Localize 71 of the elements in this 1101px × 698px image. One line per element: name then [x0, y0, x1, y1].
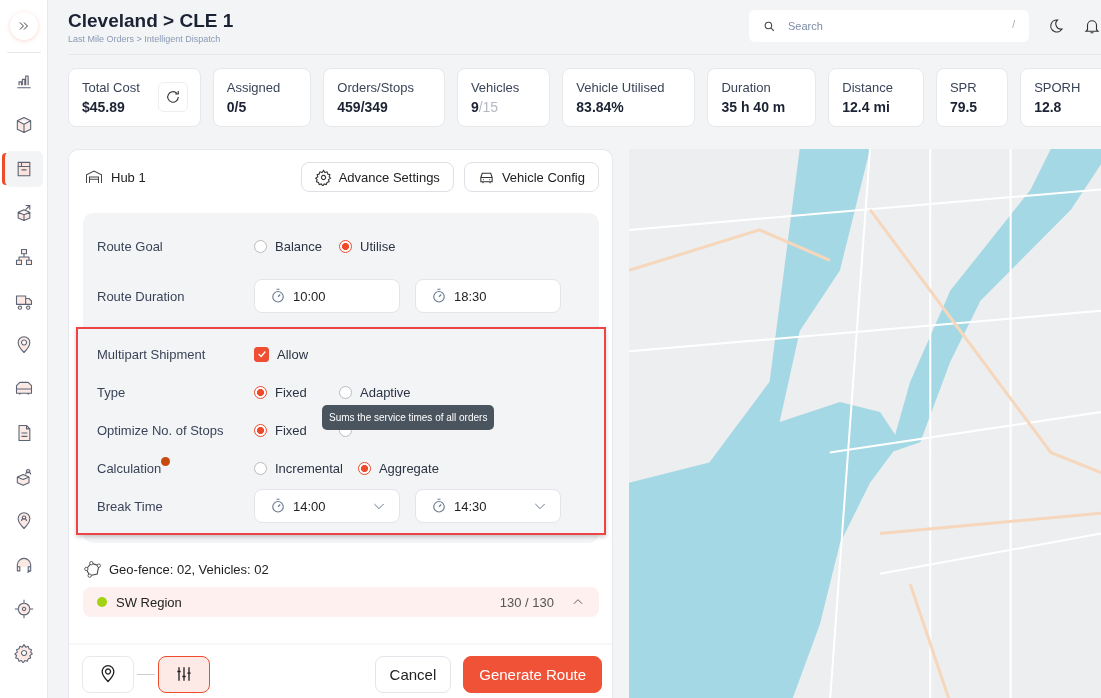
stat-value: 0/5 — [226, 98, 248, 115]
time-field[interactable]: 18:30 — [415, 279, 561, 313]
config-button[interactable]: Advance Settings — [300, 162, 454, 192]
config-button[interactable]: Vehicle Config — [463, 162, 599, 192]
stat-value: 9/15 — [470, 98, 500, 115]
expand-button[interactable] — [9, 12, 38, 40]
cancel-button[interactable]: Cancel — [374, 655, 452, 693]
setting-label: Type — [97, 384, 127, 400]
settings-icon — [13, 643, 34, 663]
checkmark-icon — [256, 349, 267, 359]
target-icon — [13, 599, 34, 619]
stat-label: Vehicles — [470, 79, 520, 95]
radio-option[interactable]: Aggregate — [357, 460, 439, 476]
sidebar-item[interactable] — [4, 151, 43, 187]
shortcut-key: / — [1012, 19, 1015, 30]
checkbox-option[interactable]: Allow — [254, 346, 324, 362]
time-value: 14:00 — [293, 498, 327, 514]
stat-value: 83.84% — [576, 98, 625, 115]
stopwatch-icon — [430, 287, 448, 305]
setting-label: Multipart Shipment — [97, 346, 207, 362]
setting-label: Calculation — [97, 460, 163, 476]
time-value: 14:30 — [454, 498, 488, 514]
region-name: SW Region — [116, 594, 182, 610]
stat-label: Orders/Stops — [337, 79, 414, 95]
stat-label: SPR — [949, 79, 978, 95]
radio-option[interactable]: Adaptive — [339, 384, 411, 400]
stopwatch-icon — [269, 497, 287, 515]
geofence-summary: Geo-fence: 02, Vehicles: 02 — [109, 561, 269, 577]
moon-icon[interactable] — [1047, 17, 1065, 35]
page-title: Cleveland > CLE 1 — [68, 10, 234, 32]
generate-button[interactable]: Generate Route — [463, 655, 602, 693]
radio-option[interactable]: Fixed — [254, 422, 324, 438]
setting-label: Route Goal — [97, 238, 164, 254]
stopwatch-icon — [269, 287, 287, 305]
setting-label: Route Duration — [97, 288, 186, 304]
stat-label: Distance — [842, 79, 893, 95]
time-field[interactable]: 14:00 — [254, 489, 400, 523]
stat-label: Duration — [721, 79, 772, 95]
setting-label: Break Time — [97, 498, 164, 514]
time-value: 10:00 — [293, 288, 327, 304]
radio-option[interactable]: Fixed — [254, 384, 324, 400]
stat-label: Total Cost — [82, 79, 140, 95]
stat-value: 459/349 — [337, 98, 389, 115]
stopwatch-icon — [430, 497, 448, 515]
hierarchy-icon — [13, 247, 34, 267]
stat-value: $45.89 — [82, 98, 126, 115]
stat-value: 35 h 40 m — [721, 98, 786, 115]
refresh-button[interactable] — [157, 82, 188, 112]
time-field[interactable]: 14:30 — [415, 489, 561, 523]
time-value: 18:30 — [454, 288, 488, 304]
radio-option[interactable]: Utilise — [339, 238, 409, 254]
radio-option[interactable]: Incremental — [254, 460, 343, 476]
breadcrumb: Last Mile Orders > Intelligent Dispatch — [68, 34, 222, 44]
stat-label: SPORH — [1034, 79, 1081, 95]
stat-value: 79.5 — [949, 98, 978, 115]
step-button[interactable] — [158, 655, 210, 693]
bell-icon[interactable] — [1083, 17, 1101, 35]
settings-icon — [314, 168, 332, 186]
region-count: 130 / 130 — [499, 594, 554, 610]
stat-label: Assigned — [226, 79, 281, 95]
stat-value: 12.4 mi — [842, 98, 891, 115]
setting-label: Optimize No. of Stops — [97, 422, 225, 438]
time-field[interactable]: 10:00 — [254, 279, 400, 313]
geofence-icon — [83, 559, 103, 579]
stat-label: Vehicle Utilised — [576, 79, 665, 95]
hub-name: Hub 1 — [111, 169, 146, 185]
tooltip: Sums the service times of all orders — [322, 404, 495, 430]
stat-value: 12.8 — [1034, 98, 1063, 115]
radio-option[interactable]: Balance — [254, 238, 324, 254]
region-row[interactable]: SW Region 130 / 130 — [83, 587, 599, 617]
warehouse-icon — [83, 168, 105, 186]
